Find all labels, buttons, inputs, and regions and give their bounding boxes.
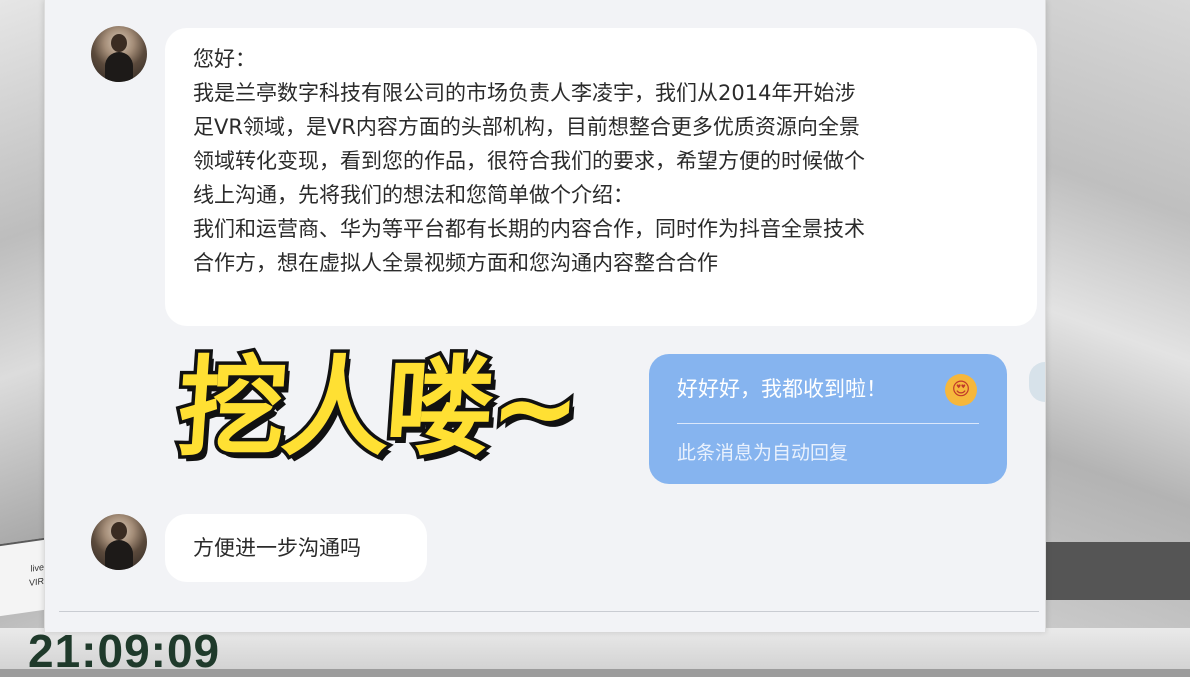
message-line: 我是兰亭数字科技有限公司的市场负责人李凌宇，我们从2014年开始涉 [193,81,856,105]
avatar-body [105,52,133,82]
auto-reply-text: 好好好，我都收到啦！ [677,377,887,401]
background-text-vir: VIR [28,575,44,589]
message-text: 您好： 我是兰亭数字科技有限公司的市场负责人李凌宇，我们从2014年开始涉 足V… [193,42,865,280]
auto-reply-note: 此条消息为自动回复 [677,442,849,464]
avatar-body [105,540,133,570]
message-line: 您好： [193,47,256,71]
message-line: 领域转化变现，看到您的作品，很符合我们的要求，希望方便的时候做个 [193,149,865,173]
avatar-head [111,34,127,52]
avatar-head [111,522,127,540]
message-line: 线上沟通，先将我们的想法和您简单做个介绍： [193,183,634,207]
overlay-caption: 挖人喽~ [170,343,584,475]
message-line: 足VR领域，是VR内容方面的头部机构，目前想整合更多优质资源向全景 [193,115,860,139]
message-line: 合作方，想在虚拟人全景视频方面和您沟通内容整合合作 [193,251,718,275]
message-bubble-followup[interactable]: 方便进一步沟通吗 [165,514,427,582]
bubble-divider [677,423,979,424]
contact-avatar[interactable] [91,514,147,570]
background-clock: 21:09:09 [28,625,221,677]
background-text-live: live [30,561,44,574]
contact-avatar[interactable] [91,26,147,82]
message-bubble-intro[interactable]: 您好： 我是兰亭数字科技有限公司的市场负责人李凌宇，我们从2014年开始涉 足V… [165,28,1037,326]
background-right-panel [1040,0,1190,669]
chat-window[interactable]: 您好： 我是兰亭数字科技有限公司的市场负责人李凌宇，我们从2014年开始涉 足V… [44,0,1046,632]
own-avatar[interactable] [1029,362,1045,402]
message-bubble-auto-reply[interactable]: 好好好，我都收到啦！ 😍 此条消息为自动回复 [649,354,1007,484]
heart-eyes-emoji-icon: 😍 [945,374,977,406]
chat-input-divider [59,611,1039,612]
message-line: 我们和运营商、华为等平台都有长期的内容合作，同时作为抖音全景技术 [193,217,865,241]
message-text: 方便进一步沟通吗 [193,531,361,565]
message-line: 方便进一步沟通吗 [193,536,361,560]
background-dark-bar [1040,542,1190,600]
